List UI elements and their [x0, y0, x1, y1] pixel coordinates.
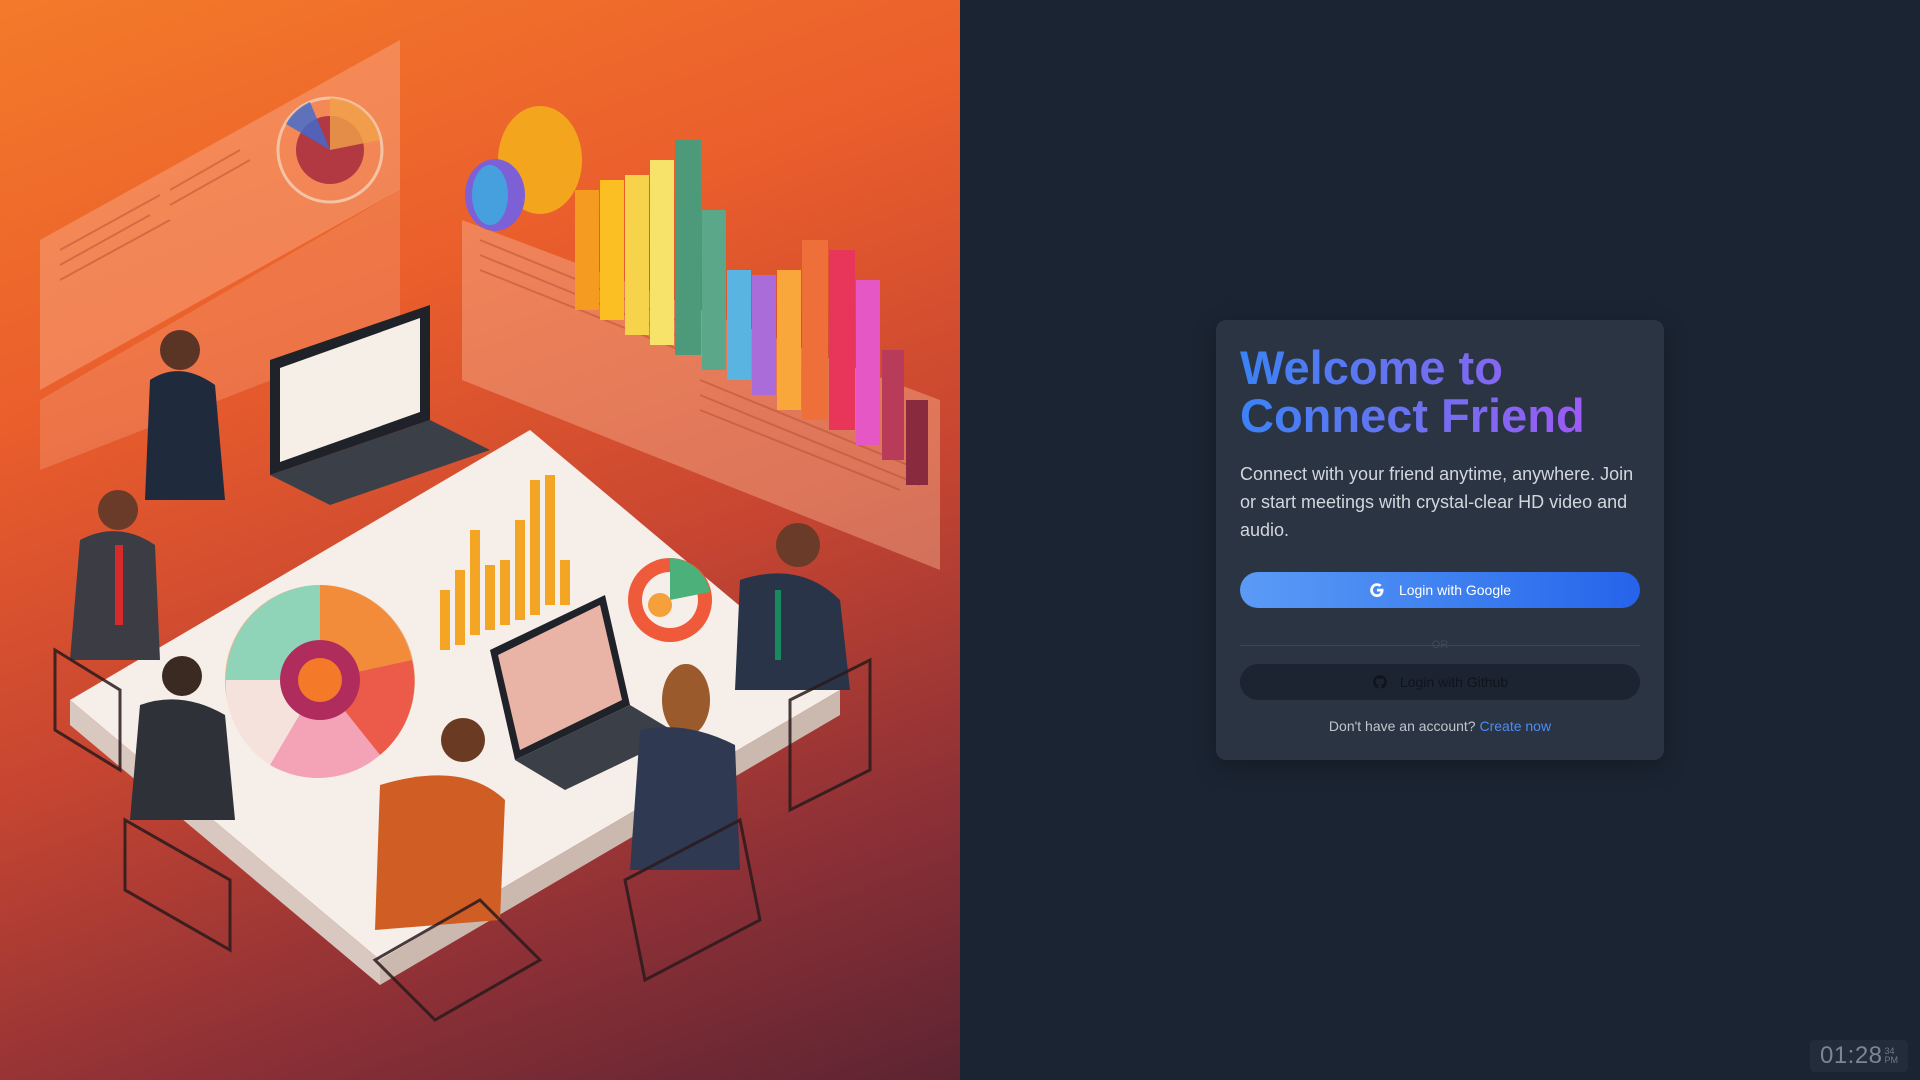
login-panel: Welcome to Connect Friend Connect with y…	[960, 0, 1920, 1080]
clock-widget: 01:28 34 PM	[1810, 1040, 1908, 1072]
login-with-google-button[interactable]: Login with Google	[1240, 572, 1640, 608]
clock-meridiem: PM	[1884, 1055, 1899, 1065]
page-title: Welcome to Connect Friend	[1240, 344, 1620, 440]
google-icon	[1369, 582, 1385, 598]
title-line-2: Connect Friend	[1240, 389, 1585, 442]
signup-prompt-text: Don't have an account?	[1328, 718, 1476, 734]
or-divider: OR	[1240, 638, 1640, 652]
hero-illustration	[0, 0, 960, 1080]
welcome-subtitle: Connect with your friend anytime, anywhe…	[1240, 464, 1634, 540]
login-card: Welcome to Connect Friend Connect with y…	[1216, 320, 1664, 760]
signup-prompt: Don't have an account? Create now	[1240, 718, 1640, 734]
github-button-label: Login with Github	[1399, 674, 1509, 690]
title-line-1: Welcome to	[1240, 341, 1503, 394]
github-icon	[1372, 674, 1388, 690]
google-button-label: Login with Google	[1398, 582, 1512, 598]
clock-suffix: 34 PM	[1885, 1047, 1899, 1065]
clock-time: 01:28	[1819, 1042, 1883, 1069]
login-page: Welcome to Connect Friend Connect with y…	[0, 0, 1920, 1080]
login-with-github-button[interactable]: Login with Github	[1240, 664, 1640, 700]
create-account-link[interactable]: Create now	[1479, 718, 1551, 734]
meeting-illustration	[40, 40, 940, 1022]
divider-label: OR	[1431, 639, 1449, 651]
